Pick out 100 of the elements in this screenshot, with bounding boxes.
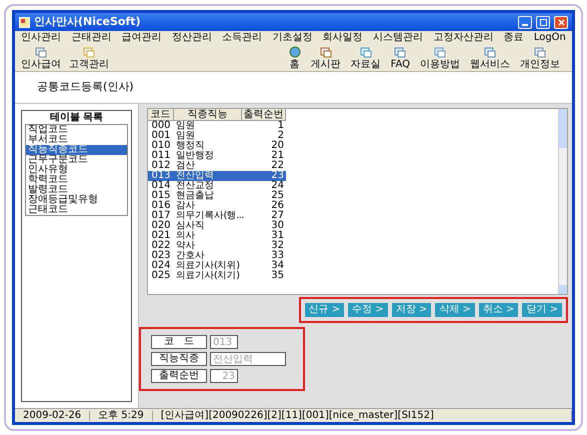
table-cell-text: 31: [270, 231, 285, 241]
menu-item[interactable]: 고정자산관리: [433, 32, 494, 42]
status-text: 오후 5:29: [90, 410, 153, 420]
table-cell-text: 임원: [175, 121, 196, 131]
list-item[interactable]: 부서코드: [26, 135, 127, 145]
list-item[interactable]: 발령코드: [26, 185, 127, 195]
menu-item[interactable]: 근태관리: [71, 32, 112, 42]
grid-row[interactable]: 025 의료기사(치기) 35: [148, 271, 286, 281]
document-icon: [35, 46, 47, 58]
list-item[interactable]: 학력코드: [26, 175, 127, 185]
toolbar-button[interactable]: FAQ: [386, 46, 414, 70]
field-label: 코 드: [151, 335, 207, 349]
list-item[interactable]: 근태코드: [26, 205, 127, 215]
table-cell-text: 일반행정: [175, 151, 215, 161]
table-cell-text: 전산입력: [175, 171, 215, 181]
grid-row[interactable]: 021 의사 31: [148, 231, 286, 241]
list-item[interactable]: 인사유형: [26, 165, 127, 175]
toolbar-button[interactable]: 이용방법: [416, 46, 464, 70]
table-cell-text: 검산: [175, 161, 196, 171]
column-header[interactable]: 직종직능: [174, 109, 242, 121]
table-cell-text: 2: [278, 131, 285, 141]
table-cell-text: 001: [150, 131, 172, 141]
grid-row[interactable]: 015 현금출납 25: [148, 191, 286, 201]
menu-item[interactable]: 종료: [504, 32, 524, 42]
table-cell-text: 의무기록사(행...: [175, 211, 242, 221]
table-cell-text: 023: [150, 251, 172, 261]
grid-row[interactable]: 023 간호사 33: [148, 251, 286, 261]
status-text: [인사급여][20090226][2][11][001][nice_master][SI152]: [152, 410, 572, 420]
document-icon: [83, 46, 95, 58]
scrollbar[interactable]: [558, 109, 567, 294]
menu-item[interactable]: LogOn: [534, 32, 566, 42]
table-cell-text: 32: [270, 241, 285, 251]
grid-row[interactable]: 017 의무기록사(행... 27: [148, 211, 286, 221]
table-cell-text: 25: [270, 191, 285, 201]
table-cell-text: 024: [150, 261, 172, 271]
grid-row[interactable]: 022 약사 32: [148, 241, 286, 251]
list-item[interactable]: 직능직종코드: [26, 145, 127, 155]
table-cell-text: 27: [270, 211, 285, 221]
page-title: 공통코드등록(인사): [37, 79, 134, 96]
toolbar-button[interactable]: 자료실: [346, 46, 385, 70]
toolbar-button[interactable]: 홈: [284, 46, 305, 70]
table-cell-text: 020: [150, 221, 172, 231]
table-cell-text: 015: [150, 191, 172, 201]
table-cell-text: 022: [150, 241, 172, 251]
table-cell-text: 016: [150, 201, 172, 211]
app-icon: [19, 16, 30, 28]
table-cell-text: 1: [276, 121, 285, 131]
toolbar-button[interactable]: 개인정보: [516, 46, 564, 70]
toolbar-button[interactable]: 게시판: [306, 46, 345, 70]
window-title: 인사만사(NiceSoft): [34, 14, 141, 30]
column-header[interactable]: 출력순번: [242, 109, 286, 121]
table-cell-text: 000: [150, 121, 172, 131]
grid-row[interactable]: 016 감사 26: [148, 201, 286, 211]
list-item[interactable]: 직업코드: [26, 125, 127, 135]
toolbar-button[interactable]: 인사급여: [17, 46, 65, 70]
menu-item[interactable]: 회사일정: [322, 32, 363, 42]
grid-row[interactable]: 024 의료기사(치위) 34: [148, 261, 286, 271]
table-cell-text: 30: [270, 221, 285, 231]
minimize-button[interactable]: [518, 16, 532, 28]
document-icon: [534, 46, 546, 58]
grid-row[interactable]: 014 전산교정 24: [148, 181, 286, 191]
toolbar-button[interactable]: 고객관리: [65, 46, 113, 70]
grid-row[interactable]: 010 행정직 20: [148, 141, 286, 151]
list-item[interactable]: 장애등급및유형: [26, 195, 127, 205]
close-button[interactable]: [554, 16, 568, 28]
grid-row[interactable]: 011 일반행정 21: [148, 151, 286, 161]
table-cell-text: 24: [270, 181, 285, 191]
table-cell-text: 26: [270, 201, 285, 211]
table-cell-text: 의료기사(치위): [175, 261, 240, 271]
table-cell-text: 의료기사(치기): [175, 271, 240, 281]
table-cell-text: 014: [150, 181, 172, 191]
menu-item[interactable]: 기초설정: [272, 32, 312, 42]
grid-row[interactable]: 001 임원 2: [148, 131, 286, 141]
status-text: 2009-02-26: [15, 410, 90, 420]
menu-item[interactable]: 정산관리: [172, 32, 212, 42]
table-cell-text: 심사직: [175, 221, 206, 231]
home-icon: [288, 46, 301, 58]
document-icon: [484, 46, 496, 58]
menu-item[interactable]: 인사관리: [21, 32, 61, 42]
toolbar-button[interactable]: 웹서비스: [466, 46, 514, 70]
document-icon: [360, 46, 372, 58]
field-label: 출력순번: [151, 369, 207, 383]
column-header[interactable]: 코드: [148, 109, 174, 121]
grid-row[interactable]: 012 검산 22: [148, 161, 286, 171]
table-cell-text: 34: [270, 261, 285, 271]
table-cell-text: 감사: [175, 201, 195, 211]
grid-row[interactable]: 000 임원 1: [148, 121, 286, 131]
menu-item[interactable]: 소득관리: [222, 32, 262, 42]
table-cell-text: 013: [150, 171, 172, 181]
menu-item[interactable]: 시스템관리: [372, 32, 423, 42]
menu-item[interactable]: 급여관리: [122, 32, 162, 42]
minimize-icon: [522, 24, 528, 26]
grid-row[interactable]: 020 심사직 30: [148, 221, 286, 231]
field-label: 직능직종: [151, 352, 207, 366]
table-cell-text: 현금출납: [175, 191, 215, 201]
document-icon: [434, 46, 446, 58]
list-title: 테이블 목록: [48, 111, 104, 124]
table-cell-text: 의사: [175, 231, 196, 241]
maximize-button[interactable]: [536, 16, 550, 28]
list-item[interactable]: 근무구분코드: [26, 155, 127, 165]
